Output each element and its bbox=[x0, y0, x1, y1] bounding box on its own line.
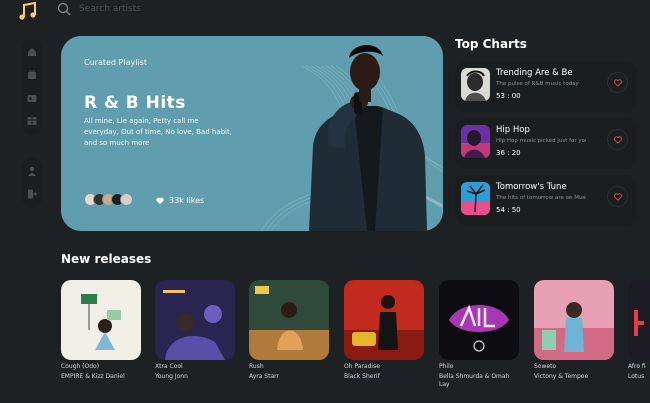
album-title: Xtra Cool bbox=[155, 363, 183, 370]
home-icon bbox=[28, 48, 36, 56]
album-artist: Ayra Starr bbox=[249, 373, 279, 380]
album-artist: Bella Shmurda & Omah Lay bbox=[439, 373, 510, 388]
chart-duration: 53 : 00 bbox=[496, 92, 521, 100]
search-icon bbox=[57, 2, 71, 16]
album-title: Soweto bbox=[534, 363, 557, 370]
logout-icon bbox=[28, 189, 37, 199]
user-icon bbox=[28, 166, 36, 176]
sidebar-item-playlist[interactable] bbox=[27, 70, 37, 80]
album-card[interactable]: Oh Paradise Black Sherif bbox=[344, 280, 424, 381]
chart-name: Tomorrow's Tune bbox=[496, 182, 567, 192]
chart-cover bbox=[461, 125, 490, 158]
heart-icon bbox=[156, 197, 164, 204]
top-charts-heading: Top Charts bbox=[455, 37, 527, 51]
sidebar-item-radio[interactable] bbox=[27, 93, 37, 103]
album-cover-art bbox=[628, 280, 650, 360]
heart-outline-icon bbox=[613, 78, 622, 87]
radio-icon bbox=[27, 95, 37, 102]
album-title: Philo bbox=[439, 363, 454, 370]
album-cover bbox=[628, 280, 650, 360]
album-artist: Young Jonn bbox=[155, 373, 188, 380]
sidebar-item-videos[interactable] bbox=[27, 116, 37, 126]
album-cover bbox=[249, 280, 329, 360]
sidebar-item-home[interactable] bbox=[27, 47, 37, 57]
album-card[interactable]: Rush Ayra Starr bbox=[249, 280, 329, 381]
chart-subtitle: The pulse of R&B music today bbox=[496, 81, 579, 87]
chart-name: Hip Hop bbox=[496, 125, 530, 135]
album-cover bbox=[344, 280, 424, 360]
playlist-icon bbox=[28, 70, 36, 79]
music-logo-icon[interactable] bbox=[17, 0, 39, 22]
video-icon bbox=[27, 117, 37, 125]
album-cover-art bbox=[249, 280, 329, 360]
chart-cover-art bbox=[461, 182, 490, 215]
favorite-button[interactable] bbox=[607, 186, 628, 207]
playlist-description: All mine, Lie again, Petty call me every… bbox=[84, 117, 232, 147]
chart-subtitle: The hits of tomorrow are on Musica today bbox=[496, 195, 586, 201]
chart-cover-art bbox=[461, 68, 490, 101]
album-cover-art bbox=[155, 280, 235, 360]
chart-item-tomorrows-tune[interactable]: Tomorrow's Tune The hits of tomorrow are… bbox=[455, 175, 637, 226]
favorite-button[interactable] bbox=[607, 129, 628, 150]
chart-cover bbox=[461, 68, 490, 101]
playlist-title: R & B Hits bbox=[84, 93, 186, 113]
sidebar-item-logout[interactable] bbox=[27, 189, 37, 199]
album-card[interactable]: Xtra Cool Young Jonn bbox=[155, 280, 235, 381]
album-card[interactable]: Afro fi Lotus bbox=[628, 280, 650, 381]
chart-cover-art bbox=[461, 125, 490, 158]
chart-item-trending[interactable]: Trending Are & Be The pulse of R&B music… bbox=[455, 61, 637, 112]
heart-outline-icon bbox=[613, 192, 622, 201]
album-title: Cough (Odo) bbox=[61, 363, 100, 370]
album-cover bbox=[534, 280, 614, 360]
chart-duration: 36 : 20 bbox=[496, 149, 521, 157]
curated-playlist-banner[interactable]: Curated Playlist R & B Hits All mine, Li… bbox=[61, 36, 443, 231]
album-artist: Victony & Tempoe bbox=[534, 373, 589, 380]
search-bar[interactable] bbox=[57, 2, 239, 16]
playlist-tag: Curated Playlist bbox=[84, 58, 147, 67]
album-cover bbox=[61, 280, 141, 360]
sidebar-account bbox=[22, 158, 42, 208]
album-artist: Lotus bbox=[628, 373, 645, 380]
album-card[interactable]: Philo Bella Shmurda & Omah Lay bbox=[439, 280, 519, 389]
album-title: Oh Paradise bbox=[344, 363, 380, 370]
avatar bbox=[120, 193, 133, 206]
album-cover bbox=[155, 280, 235, 360]
listener-avatars bbox=[84, 193, 133, 206]
chart-item-hip-hop[interactable]: Hip Hop Hip Hop music picked just for yo… bbox=[455, 118, 637, 169]
favorite-button[interactable] bbox=[607, 72, 628, 93]
new-releases-heading: New releases bbox=[61, 252, 152, 266]
likes-count: 33k likes bbox=[156, 196, 204, 205]
album-artist: Black Sherif bbox=[344, 373, 380, 380]
heart-outline-icon bbox=[613, 135, 622, 144]
sidebar-item-profile[interactable] bbox=[27, 166, 37, 176]
album-artist: EMPIRE & Kizz Daniel bbox=[61, 373, 125, 380]
chart-subtitle: Hip Hop music picked just for you bbox=[496, 138, 586, 144]
album-card[interactable]: Cough (Odo) EMPIRE & Kizz Daniel bbox=[61, 280, 141, 381]
album-cover-art bbox=[534, 280, 614, 360]
album-card[interactable]: Soweto Victony & Tempoe bbox=[534, 280, 614, 381]
chart-cover bbox=[461, 182, 490, 215]
sidebar-nav bbox=[22, 39, 42, 135]
artist-photo bbox=[309, 44, 427, 231]
album-cover-art bbox=[344, 280, 424, 360]
search-input[interactable] bbox=[79, 4, 239, 14]
album-title: Rush bbox=[249, 363, 264, 370]
chart-name: Trending Are & Be bbox=[496, 68, 573, 78]
album-title: Afro fi bbox=[628, 363, 646, 370]
app-window: Curated Playlist R & B Hits All mine, Li… bbox=[0, 0, 650, 403]
album-cover-art bbox=[61, 280, 141, 360]
chart-duration: 54 : 50 bbox=[496, 206, 521, 214]
album-cover bbox=[439, 280, 519, 360]
album-cover-art bbox=[439, 280, 519, 360]
